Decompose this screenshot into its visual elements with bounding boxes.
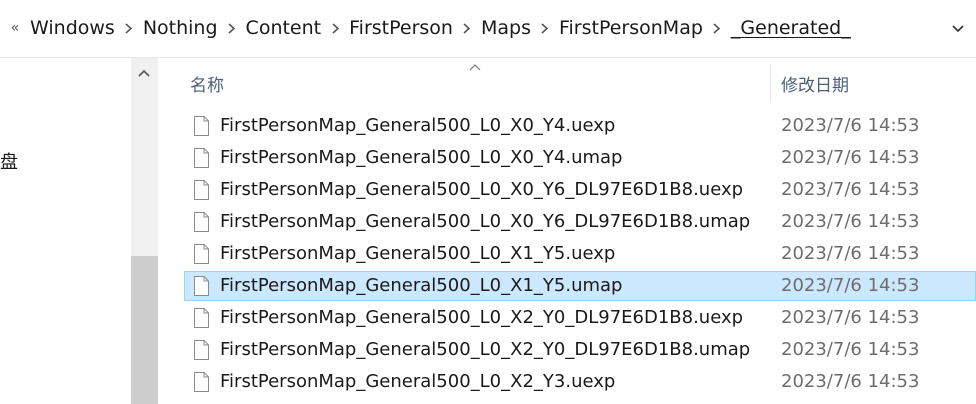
file-row[interactable]: FirstPersonMap_General500_L0_X0_Y6_DL97E… [158, 175, 976, 207]
file-name: FirstPersonMap_General500_L0_X0_Y4.uexp [220, 115, 616, 136]
breadcrumb-item[interactable]: FirstPersonMap [559, 15, 703, 41]
chevron-down-icon[interactable] [950, 20, 966, 36]
breadcrumb-item[interactable]: Content [246, 15, 322, 41]
breadcrumb-item[interactable]: Windows [30, 15, 115, 41]
file-date-modified: 2023/7/6 14:53 [781, 211, 920, 232]
chevron-right-icon[interactable] [115, 15, 143, 41]
column-header: 名称 修改日期 [158, 58, 976, 104]
file-date-modified: 2023/7/6 14:53 [781, 339, 920, 360]
file-row[interactable]: FirstPersonMap_General500_L0_X0_Y6_DL97E… [158, 207, 976, 239]
file-icon [194, 276, 209, 296]
sort-ascending-icon [469, 64, 481, 71]
file-row[interactable]: FirstPersonMap_General500_L0_X1_Y5.umap 2… [158, 271, 976, 303]
file-icon [194, 180, 209, 200]
file-name: FirstPersonMap_General500_L0_X1_Y5.uexp [220, 243, 616, 264]
file-name: FirstPersonMap_General500_L0_X1_Y5.umap [220, 275, 623, 296]
breadcrumb: Windows Nothing Content FirstPerson Maps Firs… [30, 15, 851, 41]
breadcrumb-item[interactable]: Maps [481, 15, 531, 41]
navigation-pane: 盘 [0, 58, 158, 404]
file-name: FirstPersonMap_General500_L0_X0_Y6_DL97E… [220, 211, 751, 232]
file-name: FirstPersonMap_General500_L0_X2_Y3.uexp [220, 371, 616, 392]
file-date-modified: 2023/7/6 14:53 [781, 275, 920, 296]
file-icon [194, 244, 209, 264]
file-name: FirstPersonMap_General500_L0_X2_Y0_DL97E… [220, 307, 744, 328]
file-date-modified: 2023/7/6 14:53 [781, 179, 920, 200]
file-date-modified: 2023/7/6 14:53 [781, 243, 920, 264]
file-name: FirstPersonMap_General500_L0_X0_Y4.umap [220, 147, 623, 168]
file-date-modified: 2023/7/6 14:53 [781, 307, 920, 328]
breadcrumb-overflow-button[interactable]: « [8, 18, 22, 38]
breadcrumb-item[interactable]: Nothing [143, 15, 218, 41]
breadcrumb-item[interactable]: _Generated_ [731, 15, 851, 41]
file-icon [194, 308, 209, 328]
file-row[interactable]: FirstPersonMap_General500_L0_X2_Y3.uexp 2… [158, 367, 976, 399]
chevron-right-icon[interactable] [218, 15, 246, 41]
breadcrumb-item[interactable]: FirstPerson [349, 15, 453, 41]
chevron-right-icon[interactable] [453, 15, 481, 41]
file-row[interactable]: FirstPersonMap_General500_L0_X2_Y0_DL97E… [158, 303, 976, 335]
file-list: 名称 修改日期 FirstPersonMap_General500_L0_X0_… [158, 58, 976, 404]
column-header-name[interactable]: 名称 [190, 71, 224, 96]
file-icon [194, 372, 209, 392]
scroll-up-icon[interactable] [137, 68, 151, 78]
file-rows: FirstPersonMap_General500_L0_X0_Y4.uexp 2… [158, 111, 976, 399]
file-row[interactable]: FirstPersonMap_General500_L0_X0_Y4.umap 2… [158, 143, 976, 175]
column-header-date-modified[interactable]: 修改日期 [781, 71, 849, 96]
file-icon [194, 340, 209, 360]
file-name: FirstPersonMap_General500_L0_X0_Y6_DL97E… [220, 179, 744, 200]
chevron-right-icon[interactable] [321, 15, 349, 41]
file-name: FirstPersonMap_General500_L0_X2_Y0_DL97E… [220, 339, 751, 360]
file-row[interactable]: FirstPersonMap_General500_L0_X2_Y0_DL97E… [158, 335, 976, 367]
column-divider[interactable] [770, 64, 771, 102]
file-row[interactable]: FirstPersonMap_General500_L0_X0_Y4.uexp 2… [158, 111, 976, 143]
chevron-right-icon[interactable] [703, 15, 731, 41]
chevron-right-icon[interactable] [531, 15, 559, 41]
file-icon [194, 212, 209, 232]
nav-item-drive-label[interactable]: 盘 [0, 152, 18, 174]
file-date-modified: 2023/7/6 14:53 [781, 371, 920, 392]
address-bar[interactable]: « Windows Nothing Content FirstPerson Maps Fi… [0, 0, 976, 58]
file-icon [194, 116, 209, 136]
file-icon [194, 148, 209, 168]
file-date-modified: 2023/7/6 14:53 [781, 115, 920, 136]
file-row[interactable]: FirstPersonMap_General500_L0_X1_Y5.uexp 2… [158, 239, 976, 271]
nav-scrollbar-thumb[interactable] [131, 256, 158, 404]
nav-scrollbar[interactable] [131, 58, 158, 404]
file-date-modified: 2023/7/6 14:53 [781, 147, 920, 168]
